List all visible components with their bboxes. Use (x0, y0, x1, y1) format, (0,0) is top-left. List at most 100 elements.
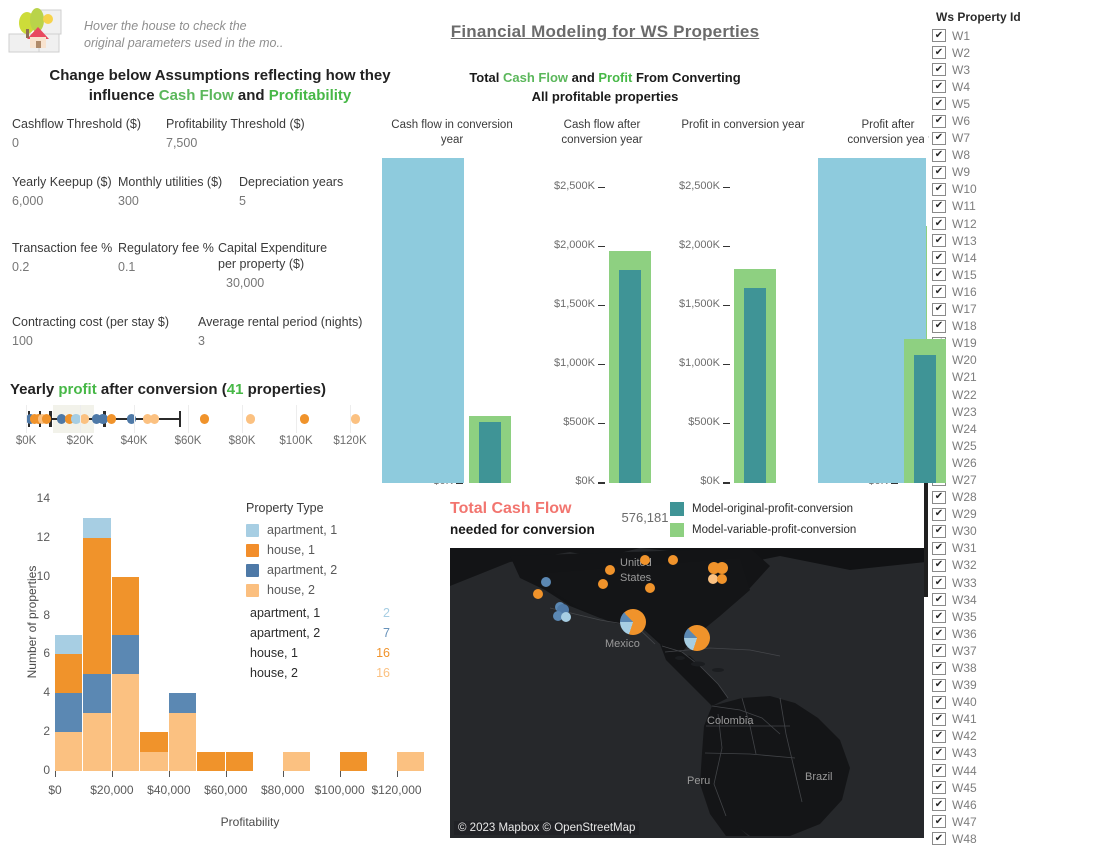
filter-checkbox[interactable]: ✔ (932, 507, 946, 521)
histogram-bar-segment[interactable] (83, 673, 111, 713)
param-value-transaction[interactable]: 0.2 (12, 258, 112, 276)
filter-list-item[interactable]: ✔ W8 (932, 147, 1099, 164)
filter-checkbox[interactable]: ✔ (932, 746, 946, 760)
histogram-bar-segment[interactable] (225, 751, 254, 771)
filter-list-item[interactable]: ✔W23 (932, 403, 1099, 420)
profitability-histogram[interactable]: Number of properties 0 2 4 6 8 10 12 14 $0 $20,0… (0, 485, 445, 835)
filter-list-item[interactable]: ✔W22 (932, 386, 1099, 403)
histogram-bar[interactable] (140, 732, 168, 771)
filter-checkbox[interactable]: ✔ (932, 593, 946, 607)
filter-list-item[interactable]: ✔ W41 (932, 711, 1099, 728)
map-property-marker[interactable] (640, 555, 650, 565)
histogram-bar-segment[interactable] (396, 751, 424, 771)
histogram-bar-segment[interactable] (140, 751, 168, 771)
histogram-bar[interactable] (225, 751, 254, 771)
filter-list-item[interactable]: ✔ W46 (932, 796, 1099, 813)
histogram-bar[interactable] (55, 635, 83, 771)
filter-list-item[interactable]: ✔ W14 (932, 249, 1099, 266)
bar-original-profit[interactable] (744, 288, 766, 483)
map-property-marker[interactable] (598, 579, 608, 589)
dotplot-point[interactable] (350, 414, 360, 424)
filter-checkbox[interactable]: ✔ (932, 302, 946, 316)
map-property-marker[interactable] (605, 565, 615, 575)
dotplot-point[interactable] (245, 414, 255, 424)
histogram-bar[interactable] (197, 751, 225, 771)
filter-checkbox[interactable]: ✔ (932, 251, 946, 265)
filter-checkbox[interactable]: ✔ (932, 234, 946, 248)
filter-list-item[interactable]: ✔ W12 (932, 215, 1099, 232)
map-property-marker[interactable] (668, 555, 678, 565)
histogram-bar-segment[interactable] (55, 654, 83, 694)
filter-checkbox[interactable]: ✔ (932, 63, 946, 77)
filter-list-item[interactable]: ✔ W10 (932, 181, 1099, 198)
param-value[interactable]: 30,000 (226, 274, 327, 292)
filter-list-item[interactable]: ✔ W6 (932, 112, 1099, 129)
ws-property-id-filter[interactable]: Ws Property Id ✔ W1 ✔ W2 ✔ W3 ✔ W4 ✔ W5 ✔ W6 ✔ W7 ✔ W8 ✔… (920, 10, 1099, 849)
map-property-marker[interactable] (561, 612, 571, 622)
filter-list-item[interactable]: ✔ W5 (932, 95, 1099, 112)
filter-checkbox[interactable]: ✔ (932, 541, 946, 555)
dotplot-point[interactable] (149, 414, 159, 424)
bar-legend-item[interactable]: Model-variable-profit-conversion (670, 519, 856, 540)
param-monthly-utilities[interactable]: Monthly utilities ($) 300 (118, 174, 222, 210)
filter-list-item[interactable]: ✔ W39 (932, 677, 1099, 694)
filter-checkbox[interactable]: ✔ (932, 97, 946, 111)
filter-list-item[interactable]: ✔ W33 (932, 574, 1099, 591)
histogram-bar-segment[interactable] (83, 712, 111, 771)
filter-list-item[interactable]: ✔ W43 (932, 745, 1099, 762)
filter-list-item[interactable]: ✔ W1 (932, 27, 1099, 44)
map-property-marker[interactable] (684, 625, 710, 651)
dotplot-point[interactable] (41, 414, 51, 424)
filter-list-item[interactable]: ✔ W45 (932, 779, 1099, 796)
param-average-rental-period[interactable]: Average rental period (nights) 3 (198, 314, 362, 350)
filter-list-item[interactable]: ✔ W38 (932, 659, 1099, 676)
filter-list-item[interactable]: ✔W25 (932, 437, 1099, 454)
histogram-bar-segment[interactable] (168, 712, 197, 771)
histogram-bar-segment[interactable] (83, 518, 111, 538)
filter-checkbox[interactable]: ✔ (932, 678, 946, 692)
map-property-marker[interactable] (620, 609, 646, 635)
filter-list-item[interactable]: ✔ W34 (932, 591, 1099, 608)
filter-checkbox[interactable]: ✔ (932, 558, 946, 572)
filter-checkbox[interactable]: ✔ (932, 490, 946, 504)
param-transaction-fee[interactable]: Transaction fee % 0.1 0.2 (12, 240, 112, 276)
filter-checkbox[interactable]: ✔ (932, 80, 946, 94)
filter-checkbox[interactable]: ✔ (932, 29, 946, 43)
filter-list-item[interactable]: ✔ W18 (932, 318, 1099, 335)
histogram-bar-segment[interactable] (55, 732, 83, 771)
histogram-bar-segment[interactable] (197, 751, 225, 771)
filter-list-item[interactable]: ✔W27 (932, 471, 1099, 488)
filter-checkbox[interactable]: ✔ (932, 268, 946, 282)
histogram-legend-item[interactable]: apartment, 1 (246, 520, 337, 540)
filter-checkbox[interactable]: ✔ (932, 217, 946, 231)
filter-list-item[interactable]: ✔ W47 (932, 813, 1099, 830)
filter-list-item[interactable]: ✔ W44 (932, 762, 1099, 779)
histogram-bar[interactable] (339, 751, 367, 771)
dotplot-point[interactable] (106, 414, 116, 424)
filter-list-item[interactable]: ✔ W4 (932, 78, 1099, 95)
filter-checkbox[interactable]: ✔ (932, 661, 946, 675)
filter-checkbox[interactable]: ✔ (932, 815, 946, 829)
filter-checkbox[interactable]: ✔ (932, 832, 946, 846)
filter-list-item[interactable]: ✔ W7 (932, 130, 1099, 147)
filter-list-item[interactable]: ✔W26 (932, 454, 1099, 471)
filter-checkbox[interactable]: ✔ (932, 131, 946, 145)
bar-chart-legend[interactable]: Model-original-profit-conversion Model-va… (670, 498, 856, 540)
histogram-bar-segment[interactable] (111, 576, 140, 635)
filter-checkbox[interactable]: ✔ (932, 182, 946, 196)
filter-checkbox[interactable]: ✔ (932, 524, 946, 538)
filter-checkbox[interactable]: ✔ (932, 729, 946, 743)
param-capital-expenditure[interactable]: Capital Expenditure per property ($) 30,… (218, 240, 327, 292)
filter-checkbox[interactable]: ✔ (932, 610, 946, 624)
filter-checkbox[interactable]: ✔ (932, 764, 946, 778)
param-yearly-keepup[interactable]: Yearly Keepup ($) 6,000 (12, 174, 112, 210)
histogram-bar-segment[interactable] (83, 537, 111, 674)
bar-original-profit[interactable] (479, 421, 501, 483)
histogram-bar-segment[interactable] (111, 673, 140, 771)
filter-list-item[interactable]: ✔W19 (932, 335, 1099, 352)
filter-list-item[interactable]: ✔ W28 (932, 489, 1099, 506)
param-regulatory-fee[interactable]: Regulatory fee % 0.1 (118, 240, 214, 276)
filter-list-item[interactable]: ✔W24 (932, 420, 1099, 437)
param-value[interactable]: 0.1 (118, 258, 214, 276)
filter-list-item[interactable]: ✔ W35 (932, 608, 1099, 625)
